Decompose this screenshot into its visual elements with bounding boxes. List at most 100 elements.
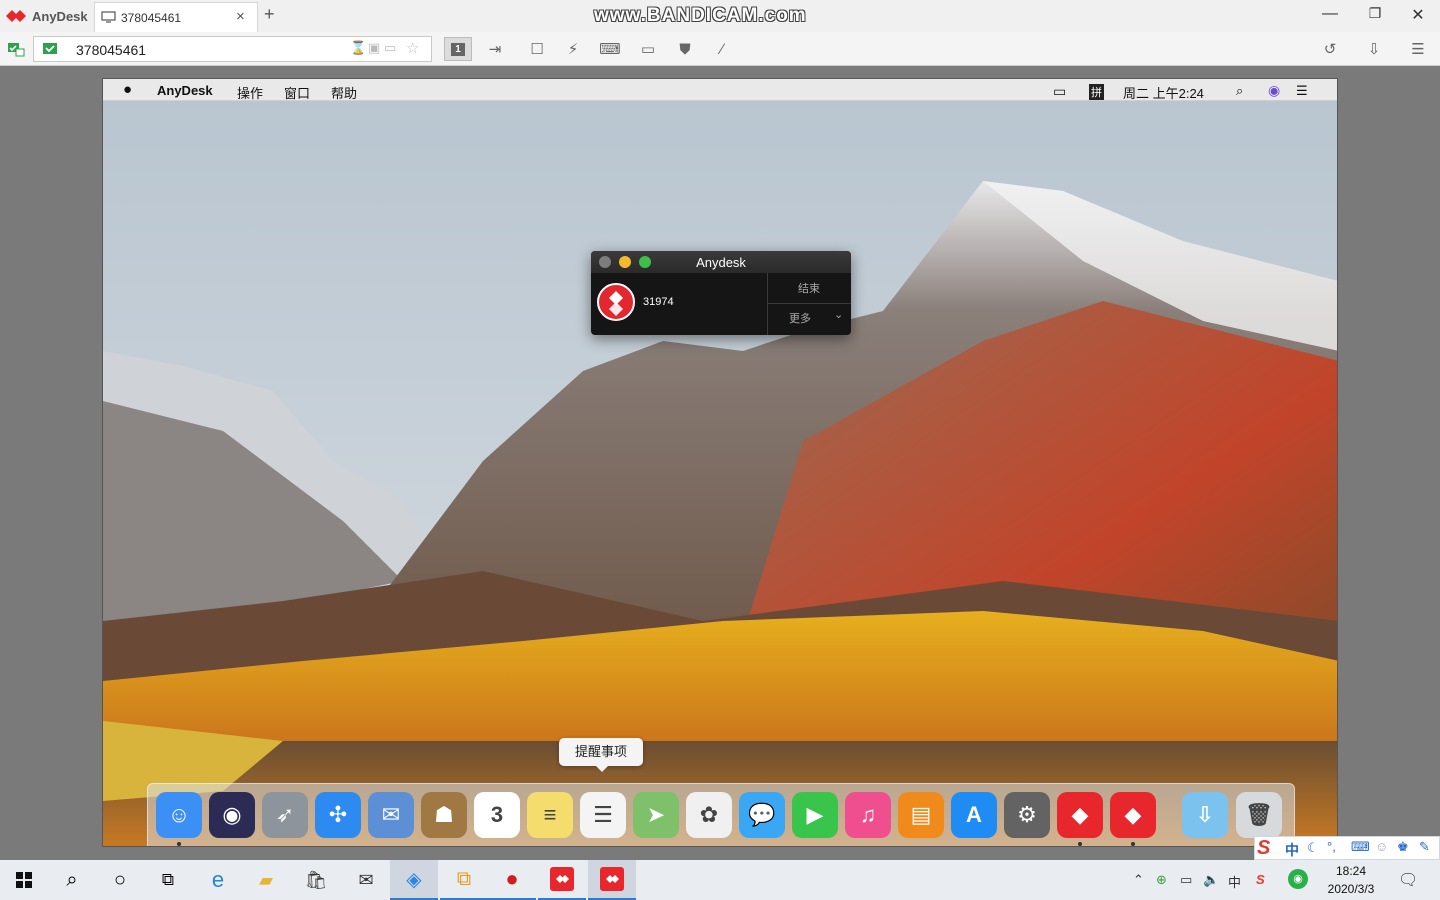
search-icon[interactable]: ⌕ [48, 860, 96, 900]
menu-item-help[interactable]: 帮助 [331, 83, 357, 102]
photos-icon[interactable]: ✿ [686, 792, 732, 838]
launchpad-icon[interactable]: ➶ [262, 792, 308, 838]
windows-logo-icon [16, 872, 32, 888]
edge-icon[interactable]: e [194, 860, 242, 900]
actions-icon[interactable]: ⚡ [563, 39, 583, 59]
network-icon[interactable]: ▭ [1180, 872, 1192, 888]
finder-icon[interactable]: ☺ [156, 792, 202, 838]
user-icon[interactable]: ☺ [1375, 839, 1388, 854]
notification-center-icon[interactable]: ☰ [1296, 83, 1308, 99]
contacts-icon[interactable]: ☗ [421, 792, 467, 838]
reminders-icon[interactable]: ☰ [580, 792, 626, 838]
downloads-folder-icon[interactable]: ⇩ [1182, 792, 1228, 838]
itunes-icon[interactable]: ♫ [845, 792, 891, 838]
notification-icon[interactable]: 🗨 [1398, 870, 1418, 890]
end-session-button[interactable]: 结束 [767, 280, 851, 296]
session-tab[interactable]: 378045461 × [94, 2, 258, 32]
minimize-button[interactable]: — [1320, 5, 1340, 23]
system-preferences-icon[interactable]: ⚙ [1004, 792, 1050, 838]
bandicam-watermark: www.BANDICAM.com [594, 5, 807, 26]
whiteboard-icon[interactable]: ∕ [712, 39, 732, 59]
address-input[interactable]: 378045461 [76, 42, 146, 58]
remote-screen[interactable]: ● AnyDesk 操作 窗口 帮助 ▭ 拼 周二 上午2:24 ⌕ ◉ ☰ A… [102, 78, 1338, 847]
anydesk-avatar [597, 283, 635, 321]
anydesk-session-popup: Anydesk 31974 结束 更多 ⌄ [591, 251, 851, 335]
remote-app-icon[interactable]: ⧉ [440, 860, 488, 900]
chevron-down-icon[interactable]: ⌄ [834, 308, 843, 321]
safari-icon[interactable]: ✣ [315, 792, 361, 838]
hourglass-icon: ⌛ [350, 40, 367, 55]
transfer-icon[interactable]: ⇥ [485, 39, 505, 59]
menu-item-window[interactable]: 窗口 [284, 83, 310, 102]
tray-app-icon[interactable]: ⊕ [1156, 872, 1167, 888]
maps-icon[interactable]: ➤ [633, 792, 679, 838]
trash-icon[interactable]: 🗑 [1236, 792, 1282, 838]
install-icon[interactable]: ⇩ [1364, 39, 1384, 59]
maximize-button[interactable]: ❐ [1365, 5, 1385, 22]
facetime-icon[interactable]: ▶ [792, 792, 838, 838]
taskbar-time[interactable]: 18:24 [1322, 864, 1380, 878]
menu-icon[interactable]: ☰ [1408, 39, 1428, 59]
mail-icon[interactable]: ✉ [342, 860, 390, 900]
more-button[interactable]: 更多 [767, 310, 833, 326]
keyboard-icon[interactable]: ⌨ [1351, 839, 1370, 855]
sogou-icon[interactable]: S [1257, 837, 1270, 860]
ime-toolbar[interactable]: S 中 ☾ °, ⌨ ☺ ♚ ✎ [1254, 836, 1440, 860]
calendar-icon[interactable]: 3 [474, 792, 520, 838]
popup-titlebar: Anydesk [591, 251, 851, 273]
bandicam-icon[interactable]: ● [488, 860, 536, 900]
favorite-star-icon[interactable]: ☆ [406, 39, 419, 57]
monitor-selector-button[interactable]: 1 [444, 37, 472, 61]
anydesk-icon[interactable]: ◆ [1057, 792, 1103, 838]
skin-icon[interactable]: ♚ [1397, 839, 1409, 855]
task-view-icon[interactable]: ⧉ [144, 860, 192, 900]
ime-language[interactable]: 中 [1285, 840, 1299, 860]
display-icon[interactable]: ▭ [638, 39, 658, 59]
app-name: AnyDesk [32, 9, 88, 24]
siri-icon[interactable]: ◉ [209, 792, 255, 838]
store-icon[interactable]: 🛍 [292, 860, 340, 900]
anydesk-installer-icon[interactable]: ◆ [1110, 792, 1156, 838]
tab-close-button[interactable]: × [236, 8, 245, 25]
keyboard-icon[interactable]: ⌨ [599, 39, 621, 59]
anydesk-taskbar-icon[interactable] [538, 860, 586, 900]
history-icon[interactable]: ↺ [1320, 39, 1340, 59]
messages-icon[interactable]: 💬 [739, 792, 785, 838]
screen-mirroring-icon[interactable]: ▭ [1053, 83, 1066, 100]
app-store-icon[interactable]: A [951, 792, 997, 838]
cortana-icon[interactable]: ○ [96, 860, 144, 900]
sogou-tray-icon[interactable]: S [1256, 872, 1265, 887]
moon-icon[interactable]: ☾ [1307, 840, 1319, 856]
spotlight-search-icon[interactable]: ⌕ [1236, 83, 1243, 99]
punctuation-icon[interactable]: °, [1327, 839, 1336, 854]
mail-icon[interactable]: ✉ [368, 792, 414, 838]
books-icon[interactable]: ▤ [898, 792, 944, 838]
menu-app-name[interactable]: AnyDesk [157, 83, 213, 98]
start-button[interactable] [0, 860, 48, 900]
chat-icon[interactable]: ☐ [527, 39, 547, 59]
menu-clock[interactable]: 周二 上午2:24 [1123, 83, 1204, 102]
menu-item-actions[interactable]: 操作 [237, 83, 263, 102]
desktop-wallpaper [103, 101, 1337, 846]
address-bar[interactable]: 378045461 ⌛ ▣ ▭ ☆ [33, 36, 432, 62]
session-toolbar: 378045461 ⌛ ▣ ▭ ☆ 1 ⇥ ☐ ⚡ ⌨ ▭ ⛊ ∕ ↺ ⇩ ☰ [0, 32, 1440, 66]
apple-menu-icon[interactable]: ● [123, 81, 132, 98]
anydesk-session-taskbar-icon[interactable] [588, 860, 636, 900]
running-indicator [1131, 842, 1135, 846]
new-tab-button[interactable]: + [264, 4, 275, 25]
screen-icon: ▭ [384, 40, 397, 55]
wrench-icon[interactable]: ✎ [1419, 839, 1430, 855]
tray-overflow-icon[interactable]: ⌃ [1133, 872, 1144, 888]
input-method-badge[interactable]: 拼 [1089, 84, 1104, 100]
volume-icon[interactable]: 🔈 [1203, 872, 1219, 888]
permissions-icon[interactable]: ⛊ [675, 39, 695, 59]
tray-language[interactable]: 中 [1228, 872, 1241, 891]
wechat-tray-icon[interactable]: ◉ [1288, 869, 1308, 889]
taskbar-date[interactable]: 2020/3/3 [1318, 882, 1384, 896]
close-button[interactable]: ✕ [1408, 5, 1428, 25]
notes-icon[interactable]: ≡ [527, 792, 573, 838]
siri-menu-icon[interactable]: ◉ [1268, 82, 1280, 99]
feishu-app-icon[interactable]: ◈ [390, 860, 438, 900]
running-indicator [1078, 842, 1082, 846]
file-explorer-icon[interactable]: ▰ [242, 860, 290, 900]
